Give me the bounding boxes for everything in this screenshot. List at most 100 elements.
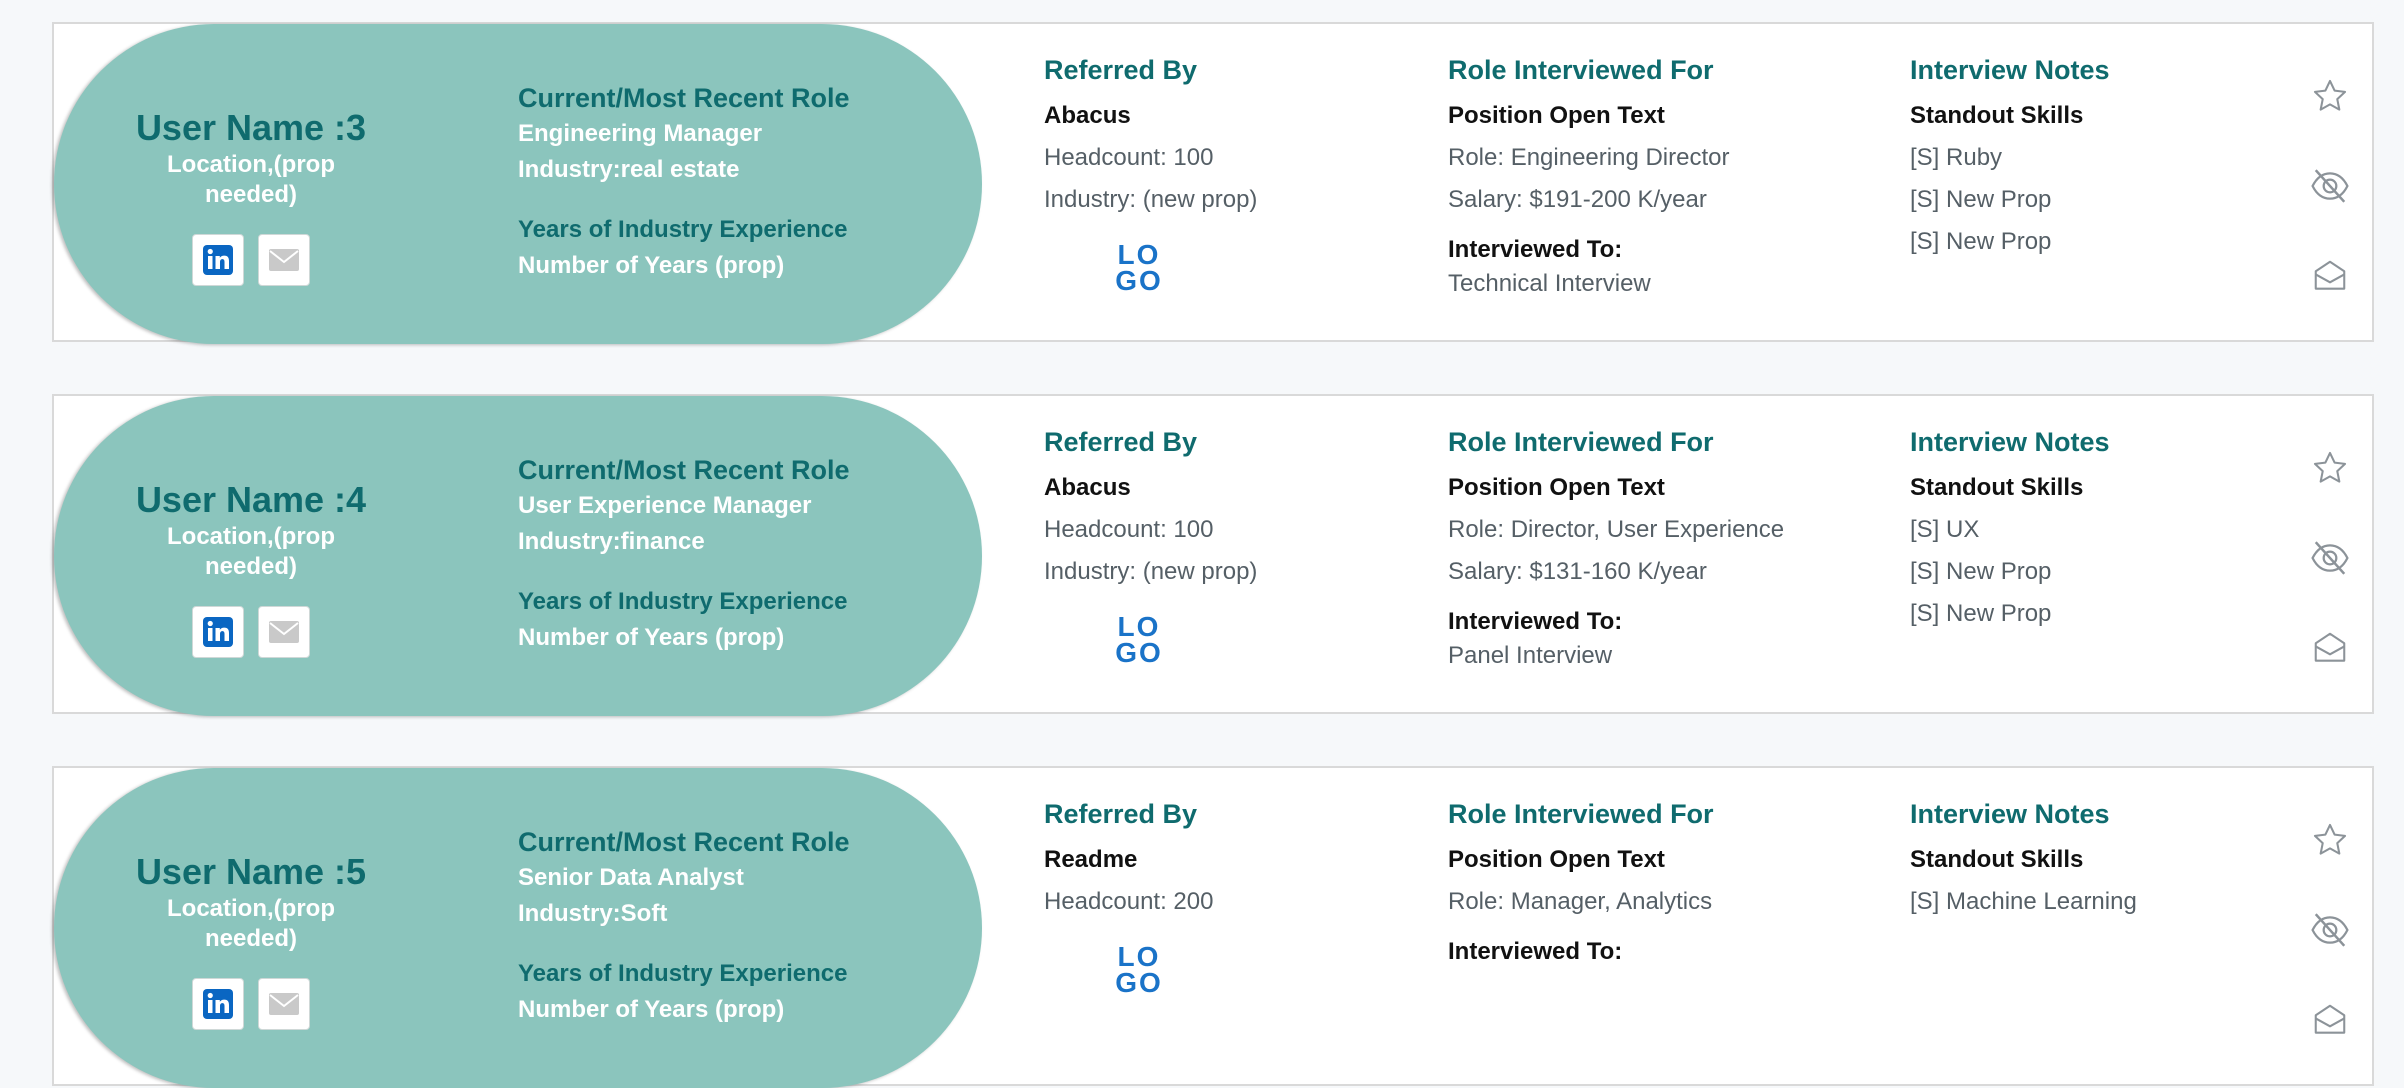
hide-button[interactable] (2308, 164, 2352, 208)
social-links (120, 234, 382, 286)
user-block: User Name :5 Location,(prop needed) (120, 850, 382, 1030)
archive-button[interactable] (2308, 626, 2352, 670)
hide-button[interactable] (2308, 908, 2352, 952)
referrer-headcount: Headcount: 200 (1044, 888, 1214, 915)
linkedin-icon (203, 245, 233, 275)
standout-skills-label: Standout Skills (1910, 102, 2084, 129)
role-interviewed-heading: Role Interviewed For (1448, 799, 1714, 829)
skill-item: [S] New Prop (1910, 558, 2052, 585)
user-name[interactable]: User Name :4 (120, 478, 382, 522)
favorite-button[interactable] (2308, 446, 2352, 490)
position-open-text: Position Open Text (1448, 102, 1665, 129)
interviewed-role: Role: Engineering Director (1448, 144, 1730, 171)
referrer-name: Readme (1044, 846, 1138, 873)
linkedin-button[interactable] (192, 234, 244, 286)
email-button[interactable] (258, 978, 310, 1030)
role-interviewed-column: Role Interviewed For Position Open Text … (1448, 794, 1868, 978)
position-open-text: Position Open Text (1448, 846, 1665, 873)
current-role-block: Current/Most Recent Role User Experience… (518, 452, 958, 656)
years-experience-value: Number of Years (prop) (518, 252, 785, 279)
skill-item: [S] Ruby (1910, 144, 2003, 171)
star-icon (2313, 823, 2347, 855)
years-experience-heading: Years of Industry Experience (518, 588, 848, 615)
candidate-card: User Name :5 Location,(prop needed) Curr… (52, 766, 2374, 1088)
referrer-industry: Industry: (new prop) (1044, 558, 1258, 585)
referred-by-heading: Referred By (1044, 55, 1198, 85)
candidate-summary-pill: User Name :3 Location,(prop needed) Curr… (54, 24, 982, 344)
inbox-icon (2314, 632, 2346, 662)
current-role-title: User Experience Manager (518, 492, 812, 519)
company-logo: LO GO (1112, 613, 1166, 667)
current-role-title: Senior Data Analyst (518, 864, 744, 891)
interviewed-role: Role: Manager, Analytics (1448, 888, 1713, 915)
inbox-icon (2314, 1004, 2346, 1034)
current-role-heading: Current/Most Recent Role (518, 455, 850, 485)
archive-button[interactable] (2308, 998, 2352, 1042)
current-role-block: Current/Most Recent Role Senior Data Ana… (518, 824, 958, 1028)
user-location: Location,(prop needed) (167, 895, 335, 952)
referred-by-column: Referred By Readme Headcount: 200 LO GO (1044, 794, 1404, 998)
mail-icon (269, 249, 299, 271)
user-location: Location,(prop needed) (167, 523, 335, 580)
interview-type: Panel Interview (1448, 642, 1613, 669)
user-name[interactable]: User Name :5 (120, 850, 382, 894)
skill-item: [S] UX (1910, 516, 1980, 543)
years-experience-value: Number of Years (prop) (518, 624, 785, 651)
referred-by-column: Referred By Abacus Headcount: 100 Indust… (1044, 422, 1404, 667)
candidate-summary-pill: User Name :5 Location,(prop needed) Curr… (54, 768, 982, 1088)
inbox-icon (2314, 260, 2346, 290)
role-interviewed-column: Role Interviewed For Position Open Text … (1448, 50, 1868, 310)
archive-button[interactable] (2308, 254, 2352, 298)
user-name[interactable]: User Name :3 (120, 106, 382, 150)
linkedin-button[interactable] (192, 978, 244, 1030)
user-block: User Name :4 Location,(prop needed) (120, 478, 382, 658)
candidate-card: User Name :3 Location,(prop needed) Curr… (52, 22, 2374, 344)
current-role-block: Current/Most Recent Role Engineering Man… (518, 80, 958, 284)
email-button[interactable] (258, 234, 310, 286)
favorite-button[interactable] (2308, 74, 2352, 118)
role-interviewed-column: Role Interviewed For Position Open Text … (1448, 422, 1868, 682)
referrer-headcount: Headcount: 100 (1044, 516, 1214, 543)
card-actions (2308, 818, 2352, 1088)
eye-off-icon (2311, 169, 2349, 203)
favorite-button[interactable] (2308, 818, 2352, 862)
candidate-card: User Name :4 Location,(prop needed) Curr… (52, 394, 2374, 716)
current-role-heading: Current/Most Recent Role (518, 827, 850, 857)
interview-notes-heading: Interview Notes (1910, 55, 2110, 85)
referred-by-heading: Referred By (1044, 427, 1198, 457)
position-open-text: Position Open Text (1448, 474, 1665, 501)
interview-notes-column: Interview Notes Standout Skills [S] UX [… (1910, 422, 2270, 640)
star-icon (2313, 79, 2347, 111)
user-block: User Name :3 Location,(prop needed) (120, 106, 382, 286)
salary-range: Salary: $131-160 K/year (1448, 558, 1707, 585)
linkedin-button[interactable] (192, 606, 244, 658)
user-location: Location,(prop needed) (167, 151, 335, 208)
standout-skills-label: Standout Skills (1910, 846, 2084, 873)
role-interviewed-heading: Role Interviewed For (1448, 427, 1714, 457)
star-icon (2313, 451, 2347, 483)
email-button[interactable] (258, 606, 310, 658)
hide-button[interactable] (2308, 536, 2352, 580)
interviewed-role: Role: Director, User Experience (1448, 516, 1785, 543)
referred-by-column: Referred By Abacus Headcount: 100 Indust… (1044, 50, 1404, 295)
skill-item: [S] New Prop (1910, 600, 2052, 627)
years-experience-value: Number of Years (prop) (518, 996, 785, 1023)
current-role-heading: Current/Most Recent Role (518, 83, 850, 113)
social-links (120, 978, 382, 1030)
logo-text-top: LO (1117, 941, 1161, 972)
social-links (120, 606, 382, 658)
logo-text-bottom: GO (1115, 967, 1163, 998)
card-actions (2308, 446, 2352, 716)
skill-item: [S] Machine Learning (1910, 888, 2137, 915)
interview-notes-heading: Interview Notes (1910, 427, 2110, 457)
interview-notes-column: Interview Notes Standout Skills [S] Ruby… (1910, 50, 2270, 268)
referrer-industry: Industry: (new prop) (1044, 186, 1258, 213)
years-experience-heading: Years of Industry Experience (518, 216, 848, 243)
company-logo: LO GO (1112, 241, 1166, 295)
company-logo: LO GO (1112, 941, 1166, 998)
years-experience-heading: Years of Industry Experience (518, 960, 848, 987)
mail-icon (269, 621, 299, 643)
current-role-industry: Industry:Soft (518, 900, 668, 927)
current-role-industry: Industry:real estate (518, 156, 740, 183)
current-role-industry: Industry:finance (518, 528, 705, 555)
